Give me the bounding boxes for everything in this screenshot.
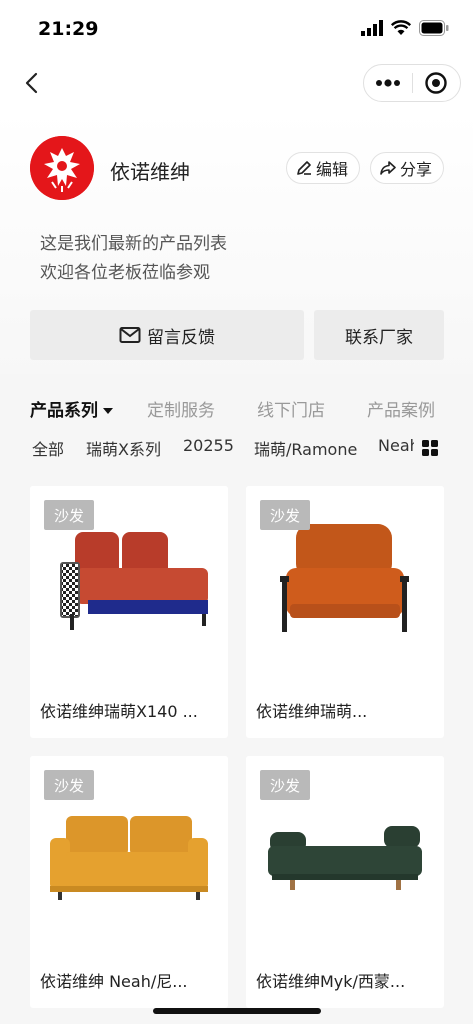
product-card[interactable]: 沙发 依诺维绅瑞萌X140 ... — [30, 486, 228, 738]
subtab-ramone[interactable]: 瑞萌/Ramone — [254, 436, 357, 460]
category-tag: 沙发 — [44, 500, 94, 530]
chevron-left-icon — [25, 72, 38, 94]
shop-logo — [30, 136, 94, 200]
category-tabs: 产品系列 定制服务 线下门店 产品案例 — [30, 396, 450, 421]
sofa-neah-image — [50, 816, 208, 900]
more-button[interactable] — [364, 65, 412, 101]
tab-label: 定制服务 — [147, 401, 215, 421]
battery-icon — [419, 20, 449, 36]
home-indicator[interactable] — [153, 1008, 321, 1014]
mail-icon — [119, 327, 141, 343]
caret-down-icon — [103, 408, 113, 414]
tab-label: 产品系列 — [30, 401, 98, 421]
description-line: 欢迎各位老板莅临参观 — [40, 263, 210, 283]
description-line: 这是我们最新的产品列表 — [40, 234, 227, 254]
product-card[interactable]: 沙发 依诺维绅Myk/西蒙... — [246, 756, 444, 1008]
sofa-x140-image — [60, 532, 208, 630]
product-title: 依诺维绅 Neah/尼... — [40, 972, 188, 991]
nav-bar — [0, 56, 473, 112]
subtab-all[interactable]: 全部 — [32, 436, 64, 460]
edit-label: 编辑 — [316, 160, 349, 179]
subtab-ramone-x[interactable]: 瑞萌X系列 — [86, 436, 161, 460]
share-label: 分享 — [400, 160, 433, 179]
signal-icon — [361, 20, 383, 36]
product-card[interactable]: 沙发 依诺维绅 Neah/尼... — [30, 756, 228, 1008]
status-bar: 21:29 — [0, 0, 473, 56]
target-icon — [425, 72, 447, 94]
product-card[interactable]: 沙发 依诺维绅瑞萌... — [246, 486, 444, 738]
contact-manufacturer-button[interactable]: 联系厂家 — [314, 310, 444, 360]
product-title: 依诺维绅瑞萌... — [256, 702, 368, 721]
tab-offline-stores[interactable]: 线下门店 — [257, 396, 325, 421]
contact-manufacturer-label: 联系厂家 — [345, 327, 413, 348]
edit-button[interactable]: 编辑 — [286, 152, 360, 184]
status-icons — [361, 20, 449, 36]
logo-emblem-icon — [30, 136, 94, 200]
share-button[interactable]: 分享 — [370, 152, 444, 184]
sofa-chair-image — [280, 524, 409, 632]
back-button[interactable] — [18, 68, 48, 98]
category-tag: 沙发 — [44, 770, 94, 800]
mini-program-capsule — [363, 64, 461, 102]
shop-header: 依诺维绅 编辑 分享 这是我们最新的产品列表 欢迎各位老板莅临参观 留言反馈 联… — [0, 112, 473, 374]
tab-product-cases[interactable]: 产品案例 — [367, 396, 435, 421]
tab-label: 产品案例 — [367, 401, 435, 421]
tab-product-series[interactable]: 产品系列 — [30, 396, 113, 421]
subcategory-bar: 全部 瑞萌X系列 20255 瑞萌/Ramone Neah — [0, 436, 473, 460]
wifi-icon — [391, 20, 411, 35]
category-tag: 沙发 — [260, 500, 310, 530]
more-dots-icon — [375, 79, 400, 87]
message-feedback-label: 留言反馈 — [147, 327, 215, 348]
grid-view-icon[interactable] — [422, 440, 438, 456]
tab-custom-service[interactable]: 定制服务 — [147, 396, 215, 421]
status-time: 21:29 — [38, 18, 99, 40]
product-title: 依诺维绅瑞萌X140 ... — [40, 702, 198, 721]
pencil-icon — [297, 161, 311, 175]
subtab-neah[interactable]: Neah — [378, 436, 414, 455]
shop-description: 这是我们最新的产品列表 欢迎各位老板莅临参观 — [40, 230, 227, 288]
message-feedback-button[interactable]: 留言反馈 — [30, 310, 304, 360]
shop-name: 依诺维绅 — [110, 160, 190, 184]
product-title: 依诺维绅Myk/西蒙... — [256, 972, 406, 991]
subtab-20255[interactable]: 20255 — [183, 436, 234, 455]
close-button[interactable] — [413, 65, 461, 101]
category-tag: 沙发 — [260, 770, 310, 800]
tab-label: 线下门店 — [257, 401, 325, 421]
share-arrow-icon — [380, 161, 396, 175]
sofa-myk-image — [268, 826, 422, 890]
